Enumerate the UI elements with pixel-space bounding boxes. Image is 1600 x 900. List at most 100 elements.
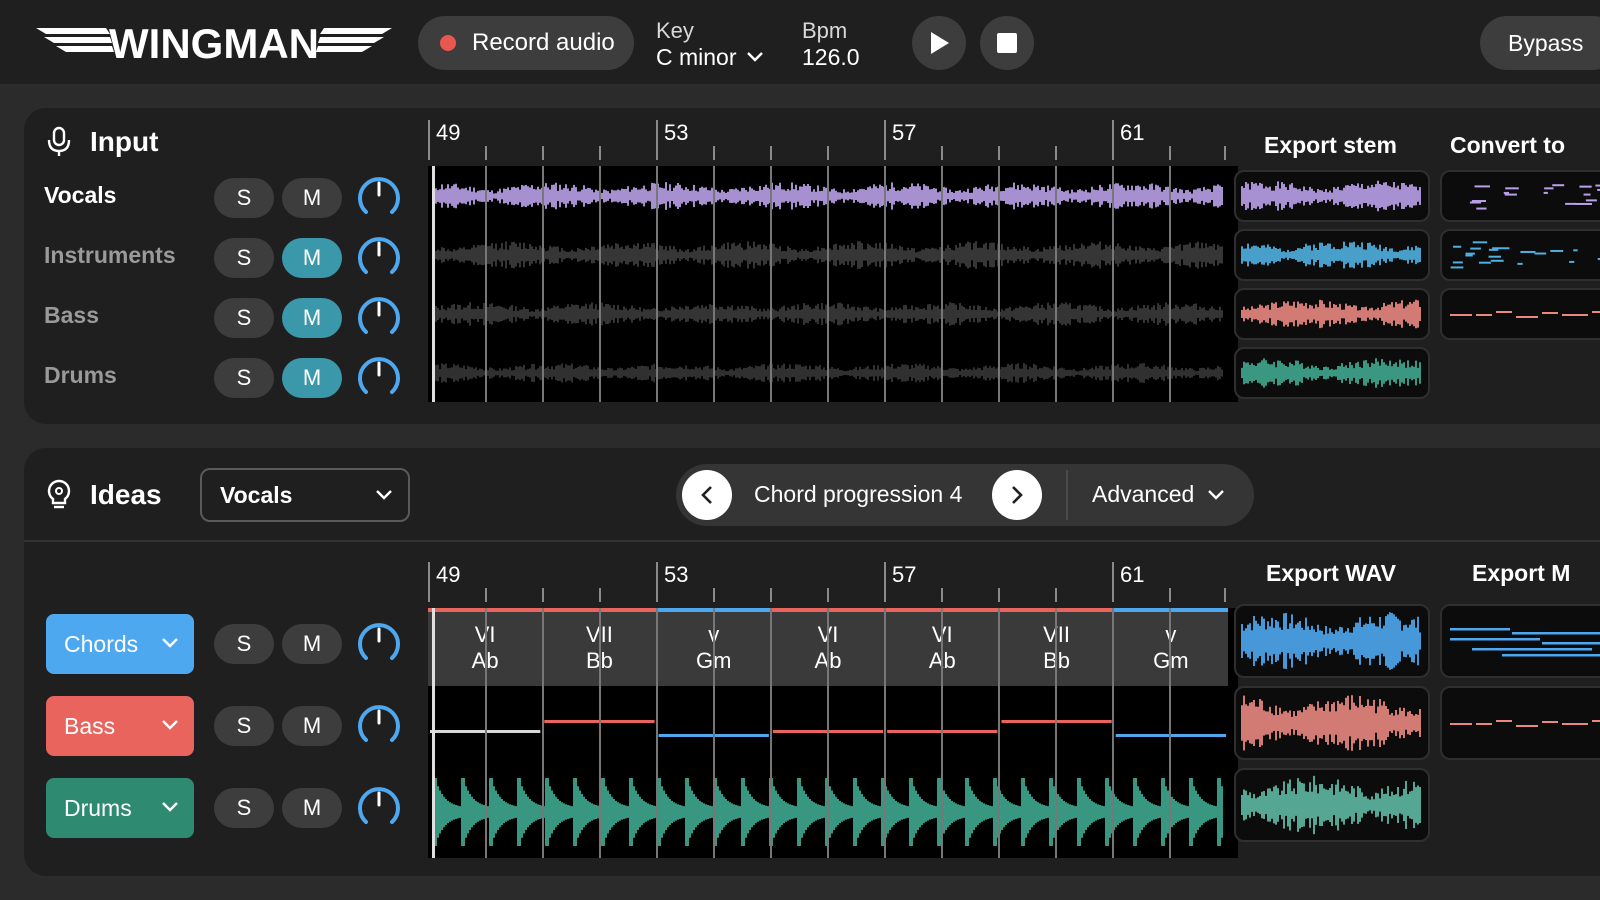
export-stem-title: Export stem xyxy=(1264,132,1397,158)
bar-number: 61 xyxy=(1120,120,1145,145)
ideas-timeline-area[interactable]: VIAbVIIBbvGmVIAbVIAbVIIBbvGm xyxy=(428,608,1238,858)
bar-number: 53 xyxy=(664,562,689,587)
lightbulb-icon xyxy=(47,479,71,509)
section-divider xyxy=(24,540,1600,542)
advanced-label: Advanced xyxy=(1092,481,1195,507)
chevron-down-icon xyxy=(746,52,763,62)
key-label: Key xyxy=(656,18,694,43)
export-wav-bass[interactable] xyxy=(1234,686,1430,760)
export-wav-chords[interactable] xyxy=(1234,604,1430,678)
solo-button-instruments[interactable]: S xyxy=(214,238,274,278)
track-type-drums[interactable]: Drums xyxy=(46,778,194,838)
volume-knob-drums[interactable] xyxy=(356,355,402,401)
input-panel: Input Vocals Instruments Bass Drums S M … xyxy=(24,108,1600,424)
convert-title: Convert to xyxy=(1450,132,1565,158)
source-track-value: Vocals xyxy=(220,481,293,508)
export-midi-title: Export M xyxy=(1472,560,1571,586)
playhead[interactable] xyxy=(432,608,435,858)
track-name-bass: Bass xyxy=(44,302,99,328)
ideas-title: Ideas xyxy=(90,479,162,510)
input-section-title: Input xyxy=(46,126,158,158)
solo-button-chords[interactable]: S xyxy=(214,624,274,664)
playhead[interactable] xyxy=(432,166,435,402)
timeline-ruler-input: 49 53 57 61 xyxy=(428,120,1238,160)
record-audio-label: Record audio xyxy=(472,29,615,56)
track-type-label: Drums xyxy=(64,794,132,821)
bpm-label: Bpm xyxy=(802,18,848,43)
wingman-logo: WINGMAN xyxy=(36,20,392,64)
volume-knob-instruments[interactable] xyxy=(356,235,402,281)
stop-button[interactable] xyxy=(980,16,1034,70)
chevron-down-icon xyxy=(376,490,392,500)
solo-button-bass[interactable]: S xyxy=(214,298,274,338)
logo-text: WINGMAN xyxy=(109,20,319,64)
progression-label: Chord progression 4 xyxy=(754,481,963,507)
mute-button-instruments[interactable]: M xyxy=(282,238,342,278)
next-progression-button[interactable] xyxy=(992,470,1042,520)
stop-icon xyxy=(997,33,1017,53)
export-stem-bass[interactable] xyxy=(1234,288,1430,340)
chevron-right-icon xyxy=(1012,486,1023,504)
bpm-display[interactable]: Bpm 126.0 xyxy=(802,18,860,70)
bar-number: 57 xyxy=(892,562,917,587)
play-button[interactable] xyxy=(912,16,966,70)
timeline-ruler-ideas: 49 53 57 61 xyxy=(428,562,1238,602)
progression-navigator: Chord progression 4 Advanced xyxy=(676,464,1254,526)
export-midi-bass[interactable] xyxy=(1440,686,1600,760)
chevron-down-icon xyxy=(1208,489,1225,500)
mute-button-vocals[interactable]: M xyxy=(282,178,342,218)
ideas-section-title: Ideas xyxy=(46,468,162,522)
solo-button-drums[interactable]: S xyxy=(214,358,274,398)
convert-midi-bass[interactable] xyxy=(1440,288,1600,340)
previous-progression-button[interactable] xyxy=(682,470,732,520)
mute-button-drums[interactable]: M xyxy=(282,358,342,398)
mute-button-bass[interactable]: M xyxy=(282,298,342,338)
convert-midi-vocals[interactable] xyxy=(1440,170,1600,222)
chevron-down-icon xyxy=(162,802,178,812)
track-type-label: Chords xyxy=(64,630,139,657)
track-type-chords[interactable]: Chords xyxy=(46,614,194,674)
bar-number: 49 xyxy=(436,562,461,587)
top-bar: WINGMAN Record audio Key C minor Bpm 126… xyxy=(0,0,1600,84)
play-icon xyxy=(931,32,949,54)
export-wav-title: Export WAV xyxy=(1266,560,1396,586)
track-name-instruments: Instruments xyxy=(44,242,176,268)
record-dot-icon xyxy=(440,35,456,51)
track-type-bass[interactable]: Bass xyxy=(46,696,194,756)
key-value: C minor xyxy=(656,44,737,70)
export-stem-drums[interactable] xyxy=(1234,347,1430,399)
bar-number: 57 xyxy=(892,120,917,145)
bar-number: 61 xyxy=(1120,562,1145,587)
mute-button-idea-bass[interactable]: M xyxy=(282,706,342,746)
export-stem-instruments[interactable] xyxy=(1234,229,1430,281)
bypass-button[interactable]: Bypass xyxy=(1480,16,1600,70)
record-audio-button[interactable]: Record audio xyxy=(418,16,634,70)
mute-button-idea-drums[interactable]: M xyxy=(282,788,342,828)
mute-button-chords[interactable]: M xyxy=(282,624,342,664)
input-title: Input xyxy=(90,126,159,157)
source-track-select[interactable]: Vocals xyxy=(200,468,410,522)
volume-knob-idea-drums[interactable] xyxy=(356,785,402,831)
bpm-value: 126.0 xyxy=(802,44,860,70)
export-midi-chords[interactable] xyxy=(1440,604,1600,678)
volume-knob-vocals[interactable] xyxy=(356,175,402,221)
key-selector[interactable]: Key C minor xyxy=(656,18,765,70)
solo-button-idea-drums[interactable]: S xyxy=(214,788,274,828)
ideas-panel: Ideas Vocals Chord progression 4 Advance… xyxy=(24,448,1600,876)
bar-number: 49 xyxy=(436,120,461,145)
track-type-label: Bass xyxy=(64,712,116,739)
volume-knob-chords[interactable] xyxy=(356,621,402,667)
volume-knob-bass[interactable] xyxy=(356,295,402,341)
solo-button-idea-bass[interactable]: S xyxy=(214,706,274,746)
solo-button-vocals[interactable]: S xyxy=(214,178,274,218)
convert-midi-instruments[interactable] xyxy=(1440,229,1600,281)
separator xyxy=(1066,470,1068,520)
track-name-vocals: Vocals xyxy=(44,182,117,208)
export-stem-vocals[interactable] xyxy=(1234,170,1430,222)
advanced-dropdown[interactable]: Advanced xyxy=(1092,481,1226,508)
export-wav-drums[interactable] xyxy=(1234,768,1430,842)
volume-knob-idea-bass[interactable] xyxy=(356,703,402,749)
bar-number: 53 xyxy=(664,120,689,145)
input-waveform-area[interactable] xyxy=(428,166,1238,402)
chevron-left-icon xyxy=(701,486,712,504)
